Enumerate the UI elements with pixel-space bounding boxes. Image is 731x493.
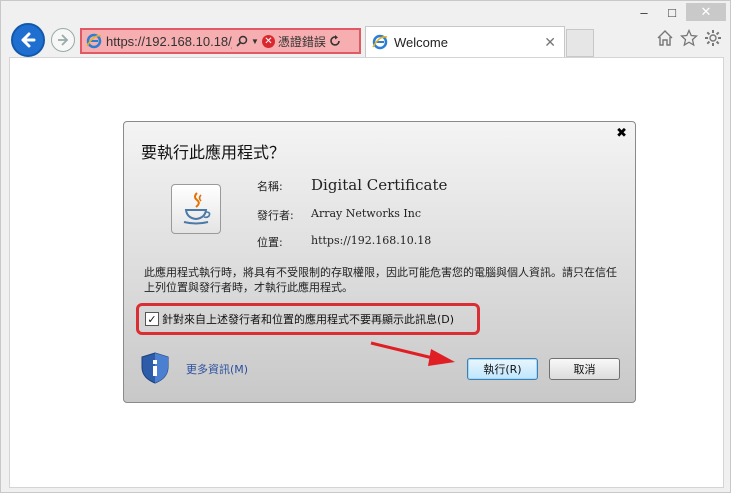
- publisher-label: 發行者:: [257, 209, 294, 222]
- favorites-star-icon[interactable]: [680, 29, 698, 47]
- more-info-link[interactable]: 更多資訊(M): [186, 361, 248, 377]
- browser-tool-icons: [656, 29, 722, 47]
- back-button[interactable]: [11, 23, 45, 57]
- window-controls: – □ ✕: [630, 3, 726, 21]
- name-value: Digital Certificate: [311, 176, 448, 194]
- dont-show-again-checkbox[interactable]: ✓: [145, 312, 159, 326]
- location-value: https://192.168.10.18: [311, 234, 432, 247]
- location-label: 位置:: [257, 236, 283, 249]
- browser-tab[interactable]: Welcome ✕: [365, 26, 565, 57]
- dialog-title: 要執行此應用程式？: [141, 143, 286, 162]
- close-window-button[interactable]: ✕: [686, 3, 726, 21]
- ie-tab-icon: [372, 34, 388, 50]
- navigation-toolbar: https://192.168.10.18/j ▼ ✕ 憑證錯誤 Welcome…: [1, 23, 730, 57]
- run-button[interactable]: 執行(R): [467, 358, 538, 380]
- publisher-value: Array Networks Inc: [311, 207, 421, 220]
- tab-close-icon[interactable]: ✕: [544, 34, 556, 51]
- dont-show-again-checkbox-row[interactable]: ✓ 針對來自上述發行者和位置的應用程式不要再顯示此訊息(D): [136, 303, 480, 335]
- refresh-icon[interactable]: [329, 35, 341, 47]
- info-shield-icon: [141, 352, 169, 384]
- search-icon[interactable]: [236, 35, 248, 47]
- cancel-button[interactable]: 取消: [549, 358, 620, 380]
- home-icon[interactable]: [656, 29, 674, 47]
- gear-icon[interactable]: [704, 29, 722, 47]
- checkbox-label[interactable]: 針對來自上述發行者和位置的應用程式不要再顯示此訊息(D): [162, 311, 454, 327]
- maximize-button[interactable]: □: [658, 3, 686, 21]
- name-label: 名稱:: [257, 180, 283, 193]
- forward-arrow-icon: [58, 34, 69, 46]
- forward-button[interactable]: [51, 28, 75, 52]
- new-tab-button[interactable]: [566, 29, 594, 57]
- dialog-close-icon[interactable]: ✖: [616, 125, 627, 141]
- tab-title: Welcome: [394, 34, 448, 50]
- red-annotation-arrow: [370, 341, 455, 366]
- cert-error-icon[interactable]: ✕: [261, 34, 275, 48]
- address-bar[interactable]: https://192.168.10.18/j ▼ ✕ 憑證錯誤: [80, 28, 361, 54]
- address-url[interactable]: https://192.168.10.18/j: [106, 34, 232, 49]
- security-warning-text: 此應用程式執行時，將具有不受限制的存取權限，因此可能危害您的電腦與個人資訊。請只…: [144, 266, 617, 294]
- back-arrow-icon: [21, 32, 36, 48]
- ie-page-icon: [86, 33, 102, 49]
- dropdown-arrow-icon[interactable]: ▼: [251, 37, 259, 46]
- cert-error-text[interactable]: 憑證錯誤: [278, 33, 326, 50]
- minimize-button[interactable]: –: [630, 3, 658, 21]
- address-controls: ▼ ✕ 憑證錯誤: [236, 33, 341, 50]
- java-icon: [171, 184, 221, 234]
